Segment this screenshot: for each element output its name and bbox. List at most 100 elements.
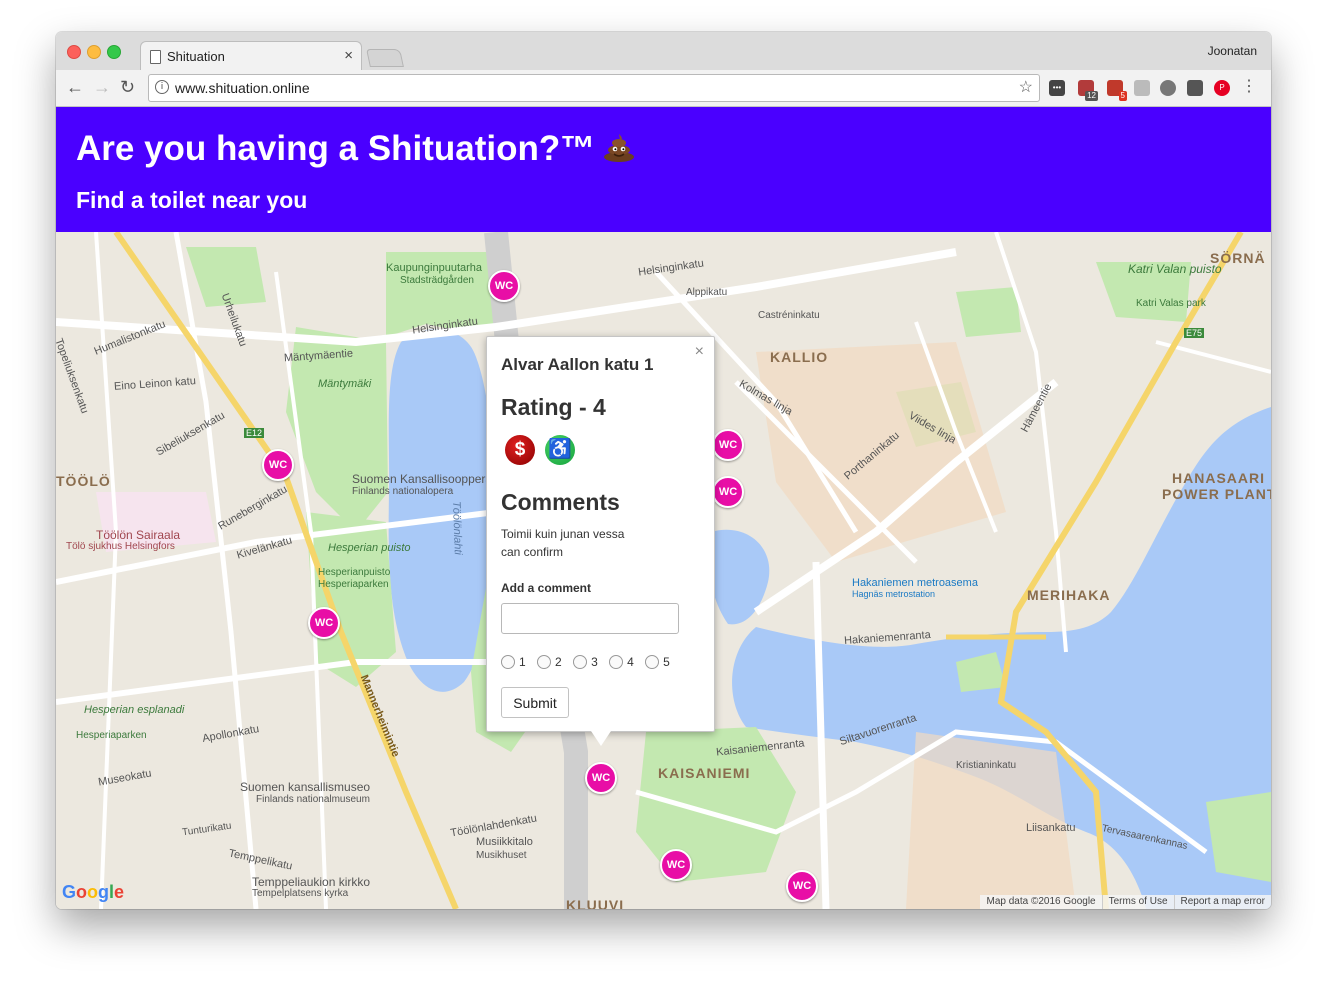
district-label: TÖÖLÖ bbox=[56, 473, 111, 489]
comments-heading: Comments bbox=[501, 489, 620, 515]
tab-strip: Shituation × Joonatan bbox=[56, 32, 1271, 72]
google-logo: Google bbox=[62, 882, 125, 902]
street-label: Liisankatu bbox=[1026, 822, 1076, 834]
comment-item: can confirm bbox=[501, 545, 564, 559]
place-label: Hesperianpuisto bbox=[318, 567, 391, 578]
district-label: KALLIO bbox=[770, 349, 829, 365]
new-tab-button[interactable] bbox=[366, 49, 404, 67]
place-label: Töölön Sairaala bbox=[96, 528, 181, 542]
wc-marker[interactable]: WC bbox=[308, 607, 340, 639]
pocket-icon[interactable] bbox=[1187, 80, 1203, 96]
place-label: Hagnäs metrostation bbox=[852, 589, 936, 599]
place-label: Hesperian puisto bbox=[328, 542, 411, 554]
place-label: Tempelplatsens kyrka bbox=[252, 888, 349, 899]
place-label: Stadsträdgården bbox=[400, 275, 474, 286]
road-shield: E12 bbox=[244, 428, 265, 438]
extension-gray-icon[interactable] bbox=[1134, 80, 1150, 96]
site-header: Are you having a Shituation?™ Find a toi… bbox=[56, 107, 1271, 232]
place-label: Kaupunginpuutarha bbox=[386, 262, 483, 274]
tab-close-icon[interactable]: × bbox=[344, 47, 353, 64]
place-label: Temppeliaukion kirkko bbox=[252, 875, 371, 889]
comment-input[interactable] bbox=[501, 603, 679, 634]
place-label: Hesperiaparken bbox=[76, 730, 147, 741]
menu-icon[interactable]: ⋮ bbox=[1241, 76, 1257, 96]
street-label: Castréninkatu bbox=[758, 310, 820, 321]
place-label: Suomen kansallismuseo bbox=[240, 780, 371, 794]
close-icon[interactable]: × bbox=[695, 343, 704, 361]
district-label: KAISANIEMI bbox=[658, 765, 751, 781]
street-label: Alppikatu bbox=[686, 287, 728, 298]
url-text: www.shituation.online bbox=[175, 80, 310, 96]
rating-radio-3[interactable]: 3 bbox=[573, 655, 598, 669]
comment-item: Toimii kuin junan vessa bbox=[501, 527, 625, 541]
terms-link[interactable]: Terms of Use bbox=[1101, 895, 1174, 909]
tab-shituation[interactable]: Shituation × bbox=[140, 41, 362, 72]
page-subtitle: Find a toilet near you bbox=[76, 187, 308, 213]
place-label: Musikhuset bbox=[476, 850, 527, 861]
bookmark-star-icon[interactable]: ☆ bbox=[1019, 77, 1033, 97]
forward-icon[interactable]: → bbox=[93, 76, 111, 98]
district-label: MERIHAKA bbox=[1027, 587, 1111, 603]
place-label: Suomen Kansallisooppera bbox=[352, 472, 493, 486]
water-label: Töölönlahti bbox=[449, 500, 464, 556]
browser-window: Shituation × Joonatan ← → ↻ i www.shitua… bbox=[56, 32, 1271, 909]
place-label: Hesperiaparken bbox=[318, 579, 389, 590]
report-error-link[interactable]: Report a map error bbox=[1173, 895, 1271, 909]
wc-marker[interactable]: WC bbox=[712, 429, 744, 461]
extension-calendar-icon[interactable]: 12 bbox=[1078, 80, 1098, 101]
area-kruununhaka bbox=[906, 732, 1076, 909]
district-label: HANASAARI bbox=[1172, 470, 1265, 486]
wheelchair-icon: ♿ bbox=[545, 435, 575, 465]
district-label: KLUUVI bbox=[566, 897, 625, 909]
wc-marker[interactable]: WC bbox=[585, 762, 617, 794]
toilet-rating: Rating - 4 bbox=[501, 394, 606, 420]
map[interactable]: KALLIO TÖÖLÖ KAISANIEMI MERIHAKA HANASAA… bbox=[56, 232, 1271, 909]
back-icon[interactable]: ← bbox=[66, 76, 84, 98]
place-label: Tölö sjukhus Helsingfors bbox=[66, 541, 175, 552]
page-icon bbox=[150, 50, 161, 64]
browser-toolbar: ← → ↻ i www.shituation.online ☆ ••• 12 5… bbox=[56, 70, 1271, 107]
park-small-1 bbox=[956, 287, 1021, 337]
pinterest-icon[interactable]: P bbox=[1214, 80, 1230, 96]
map-attribution: Map data ©2016 Google Terms of Use Repor… bbox=[980, 895, 1271, 909]
wc-marker[interactable]: WC bbox=[712, 476, 744, 508]
address-bar[interactable]: i www.shituation.online ☆ bbox=[148, 74, 1040, 102]
maximize-window-button[interactable] bbox=[107, 45, 121, 59]
page-title: Are you having a Shituation?™ bbox=[76, 129, 635, 169]
wc-marker[interactable]: WC bbox=[660, 849, 692, 881]
toilet-address: Alvar Aallon katu 1 bbox=[501, 355, 654, 374]
place-label: Hesperian esplanadi bbox=[84, 704, 185, 716]
park-tervasaari bbox=[1206, 792, 1271, 882]
wc-marker[interactable]: WC bbox=[786, 870, 818, 902]
page-content: Are you having a Shituation?™ Find a toi… bbox=[56, 107, 1271, 909]
profile-name[interactable]: Joonatan bbox=[1208, 44, 1257, 58]
street-label: Kristianinkatu bbox=[956, 760, 1017, 771]
submit-button[interactable]: Submit bbox=[501, 687, 569, 718]
wc-marker[interactable]: WC bbox=[262, 449, 294, 481]
rating-radio-group: 1 2 3 4 5 bbox=[501, 655, 678, 669]
dollar-icon: $ bbox=[505, 435, 535, 465]
extension-bulb-icon[interactable] bbox=[1160, 80, 1176, 96]
rating-radio-2[interactable]: 2 bbox=[537, 655, 562, 669]
toilet-info-window: × Alvar Aallon katu 1 Rating - 4 $ ♿ Com… bbox=[486, 336, 715, 746]
place-label: Mäntymäki bbox=[318, 378, 372, 390]
wc-marker[interactable]: WC bbox=[488, 270, 520, 302]
minimize-window-button[interactable] bbox=[87, 45, 101, 59]
extension-tool-icon[interactable]: 5 bbox=[1107, 80, 1127, 101]
rating-radio-5[interactable]: 5 bbox=[645, 655, 670, 669]
add-comment-label: Add a comment bbox=[501, 581, 592, 595]
place-label: Katri Valas park bbox=[1136, 298, 1206, 309]
place-label: Hakaniemen metroasema bbox=[852, 577, 978, 589]
rating-radio-1[interactable]: 1 bbox=[501, 655, 526, 669]
extension-dots-icon[interactable]: ••• bbox=[1049, 80, 1065, 96]
place-label: Katri Valan puisto bbox=[1128, 262, 1222, 276]
info-window-pointer bbox=[591, 731, 611, 746]
reload-icon[interactable]: ↻ bbox=[120, 76, 135, 98]
district-label: POWER PLANT bbox=[1162, 486, 1271, 502]
place-label: Finlands nationalmuseum bbox=[256, 794, 370, 805]
tab-title: Shituation bbox=[167, 49, 225, 64]
rating-radio-4[interactable]: 4 bbox=[609, 655, 634, 669]
close-window-button[interactable] bbox=[67, 45, 81, 59]
info-icon[interactable]: i bbox=[155, 80, 169, 94]
road-shield: E75 bbox=[1184, 328, 1205, 338]
